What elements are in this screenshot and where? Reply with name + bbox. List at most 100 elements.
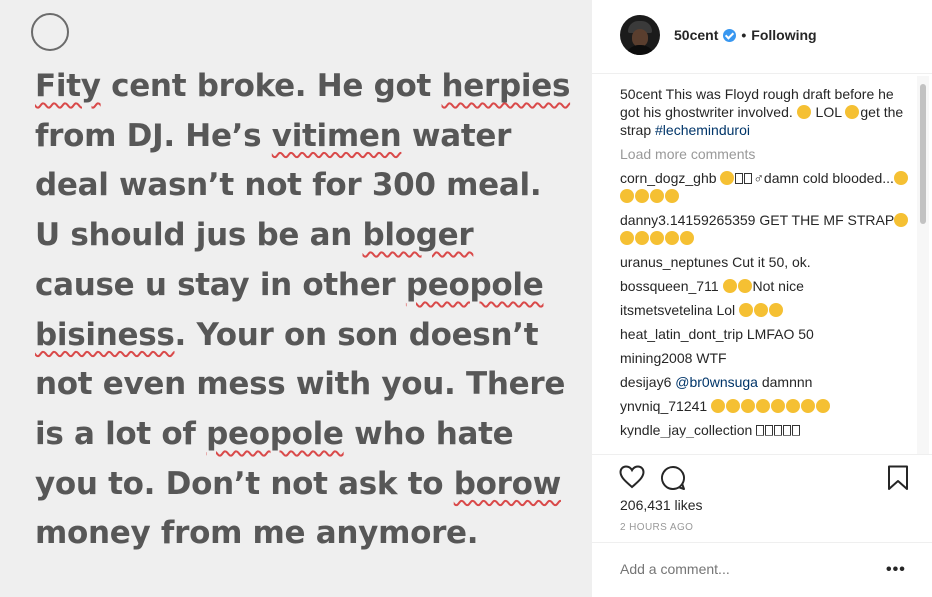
comment-item: uranus_neptunes Cut it 50, ok. — [620, 253, 910, 271]
comments-fade — [620, 435, 910, 453]
laughing-emoji-icon — [893, 171, 908, 185]
note-segment: you to. Don’t not ask to — [35, 465, 454, 502]
laughing-emoji-icon — [720, 171, 735, 185]
post-header: 50cent • Following — [592, 0, 932, 74]
note-segment: money from me anymore. — [35, 515, 479, 552]
comment-mention[interactable]: @br0wnsuga — [675, 374, 758, 390]
misspelled-word: vitimen — [271, 117, 402, 154]
add-comment-bar: ••• — [592, 542, 932, 597]
note-line: U should jus be an bloger — [35, 211, 583, 261]
comment-username[interactable]: itsmetsvetelina — [620, 302, 713, 318]
laughing-emoji-icon — [650, 189, 664, 203]
note-line: money from me anymore. — [35, 509, 583, 559]
comment-item: ynvniq_71241 — [620, 397, 910, 415]
comment-username[interactable]: ynvniq_71241 — [620, 398, 707, 414]
avatar[interactable] — [620, 15, 660, 55]
comments-list: 50cent This was Floyd rough draft before… — [620, 85, 910, 453]
laughing-emoji-icon — [771, 399, 786, 413]
note-line: bisiness. Your on son doesn’t — [35, 311, 583, 361]
comment-item: mining2008 WTF — [620, 349, 910, 367]
comment-text: damn cold blooded... — [763, 170, 894, 186]
note-segment: cause u stay in other — [35, 266, 406, 303]
laughing-emoji-icon — [650, 231, 664, 245]
comment-rows: corn_dogz_ghb ♂damn cold blooded... danny… — [620, 169, 910, 439]
following-button[interactable]: Following — [751, 27, 816, 43]
comment-username[interactable]: corn_dogz_ghb — [620, 170, 717, 186]
scrollbar-thumb[interactable] — [920, 84, 926, 224]
header-username[interactable]: 50cent — [674, 27, 718, 43]
misspelled-word: bloger — [362, 217, 474, 254]
comment-username[interactable]: danny3.14159265359 — [620, 212, 755, 228]
laugh-emoji-icon — [845, 105, 860, 119]
misspelled-word: bisiness — [35, 316, 175, 353]
comment-username[interactable]: uranus_neptunes — [620, 254, 728, 270]
heart-icon[interactable] — [619, 465, 645, 489]
note-segment: from DJ. He’s — [35, 117, 272, 154]
misspelled-word: peopole — [405, 266, 544, 303]
comment-text: damnnn — [757, 374, 813, 390]
verified-badge-icon — [723, 28, 737, 42]
misspelled-word: Fity — [35, 68, 101, 104]
note-text: Fity cent broke. He got herpies from DJ. … — [35, 62, 583, 559]
comment-item: corn_dogz_ghb ♂damn cold blooded... — [620, 169, 910, 205]
comment-bubble-icon[interactable] — [660, 465, 686, 491]
misspelled-word: peopole — [206, 415, 344, 452]
missing-glyph-icon — [744, 173, 753, 184]
laughing-emoji-icon — [741, 399, 756, 413]
comment-item: danny3.14159265359 GET THE MF STRAP — [620, 211, 910, 247]
laughing-emoji-icon — [680, 231, 694, 245]
comment-username[interactable]: bossqueen_711 — [620, 278, 719, 294]
note-segment: is a lot of — [35, 415, 207, 452]
grin-emoji-icon — [796, 105, 811, 119]
comment-item: bossqueen_711 Not nice — [620, 277, 910, 295]
post-sidebar: 50cent • Following 50cent This was Floyd… — [592, 0, 932, 597]
caption-hashtag[interactable]: #lecheminduroi — [655, 122, 750, 138]
comment-item: heat_latin_dont_trip LMFAO 50 — [620, 325, 910, 343]
comment-text: WTF — [692, 350, 727, 366]
note-segment: water — [401, 117, 512, 154]
laughing-emoji-icon — [665, 231, 679, 245]
note-line: cause u stay in other peopole — [35, 261, 583, 311]
laughing-emoji-icon — [756, 399, 771, 413]
post-image: Fity cent broke. He got herpies from DJ. … — [0, 0, 592, 597]
note-segment: not even mess with you. There — [35, 366, 566, 403]
comment-username[interactable]: mining2008 — [620, 350, 692, 366]
laughing-emoji-icon — [801, 399, 816, 413]
caption: 50cent This was Floyd rough draft before… — [620, 85, 910, 139]
bookmark-icon[interactable] — [887, 465, 909, 491]
comment-text: LMFAO 50 — [743, 326, 814, 342]
laughing-emoji-icon — [711, 399, 726, 413]
comments-scrollbar[interactable] — [917, 76, 929, 454]
note-line: from DJ. He’s vitimen water — [35, 112, 583, 162]
laughing-emoji-icon — [726, 399, 741, 413]
comment-username[interactable]: desijay6 — [620, 374, 671, 390]
laughing-emoji-icon — [754, 303, 769, 317]
laughing-emoji-icon — [816, 399, 831, 413]
laughing-emoji-icon — [620, 231, 634, 245]
laughing-emoji-icon — [786, 399, 801, 413]
comment-text: Cut it 50, ok. — [728, 254, 811, 270]
laughing-emoji-icon — [894, 213, 909, 227]
comment-username[interactable]: heat_latin_dont_trip — [620, 326, 743, 342]
note-line: deal wasn’t not for 300 meal. — [35, 161, 583, 211]
note-line: not even mess with you. There — [35, 360, 583, 410]
header-separator: • — [741, 27, 747, 43]
load-more-comments-button[interactable]: Load more comments — [620, 145, 910, 163]
comment-text: GET THE MF STRAP — [755, 212, 895, 228]
comment-item: desijay6 @br0wnsuga damnnn — [620, 373, 910, 391]
note-line: you to. Don’t not ask to borow — [35, 460, 583, 510]
male-sign-glyph: ♂ — [753, 170, 764, 186]
comment-item: itsmetsvetelina Lol — [620, 301, 910, 319]
header-user: 50cent • Following — [674, 27, 817, 43]
note-segment: cent broke. He got — [100, 68, 442, 104]
caption-username[interactable]: 50cent — [620, 86, 662, 102]
likes-count[interactable]: 206,431 likes — [620, 497, 703, 513]
note-segment: . Your on son doesn’t — [174, 316, 539, 353]
caption-text-2: LOL — [811, 104, 846, 120]
more-options-icon[interactable]: ••• — [886, 561, 906, 579]
laughing-emoji-icon — [620, 189, 634, 203]
post-timestamp[interactable]: 2 HOURS AGO — [620, 522, 693, 533]
note-segment: who hate — [343, 415, 514, 452]
missing-glyph-icon — [735, 173, 744, 184]
add-comment-input[interactable] — [620, 561, 870, 577]
